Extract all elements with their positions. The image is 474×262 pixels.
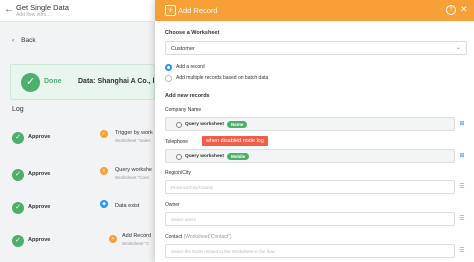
contact-label: Contact (165, 234, 183, 240)
log-node-title: Query workshe (115, 167, 152, 173)
node-tag-field: Mobile (226, 153, 250, 160)
field-label-contact: Contact (Worksheet"Contact") (165, 234, 232, 240)
log-node-subtitle: Worksheet "C (122, 241, 150, 246)
back-button[interactable]: ‹ Back (12, 37, 36, 44)
warning-badge: when disabled node log (202, 136, 268, 146)
choose-worksheet-label: Choose a Worksheet (165, 30, 220, 36)
log-node-subtitle: Worksheet "Cont (115, 175, 149, 180)
status-label: Done (44, 78, 62, 85)
node-tag[interactable]: Query worksheet Name (176, 120, 248, 129)
region-placeholder: Province/City/County (171, 185, 214, 190)
log-row[interactable]: ✓ Approve + Add Record Worksheet "C (12, 233, 155, 262)
trigger-icon: ⚡ (100, 130, 108, 138)
list-icon[interactable]: ☰ (457, 246, 467, 256)
log-node-title: Data exist (115, 203, 140, 209)
node-icon (176, 153, 182, 160)
company-name-field[interactable]: Query worksheet Name (165, 117, 455, 131)
log-title: Log (12, 106, 24, 113)
new-records-label: Add new records (165, 93, 210, 99)
field-label-owner: Owner (165, 202, 180, 208)
field-label-region: Region/City (165, 170, 191, 176)
log-row[interactable]: ✓ Approve ◆ Data exist (12, 200, 155, 230)
check-icon: ✓ (12, 169, 24, 181)
branch-icon: ◆ (100, 200, 108, 208)
node-tag[interactable]: Query worksheet Mobile (176, 152, 250, 161)
radio-label: Add a record (176, 64, 205, 70)
contact-placeholder: Select the Node related to the Worksheet… (171, 249, 275, 254)
radio-label: Add multiple records based on batch data (176, 75, 269, 81)
region-field[interactable]: Province/City/County (165, 180, 455, 194)
check-icon: ✓ (12, 202, 24, 214)
add-record-drawer: + Add Record ? ✕ Choose a Worksheet Cust… (155, 0, 474, 262)
contact-field[interactable]: Select the Node related to the Worksheet… (165, 244, 455, 258)
log-status: Approve (28, 204, 51, 210)
drawer-title: Add Record (178, 6, 218, 15)
node-tag-text: Query worksheet (185, 154, 224, 159)
log-node-subtitle: Worksheet "Sales (115, 138, 151, 143)
chevron-down-icon: ⌄ (455, 45, 461, 51)
close-icon[interactable]: ✕ (460, 4, 468, 15)
log-node-title: Trigger by work (115, 130, 153, 136)
add-record-icon: + (109, 235, 117, 243)
telephone-field[interactable]: Query worksheet Mobile (165, 149, 455, 163)
owner-field[interactable]: Select users (165, 212, 455, 226)
insert-field-icon[interactable]: ⊞ (457, 119, 467, 129)
chevron-left-icon: ‹ (12, 37, 15, 44)
log-status: Approve (28, 134, 51, 140)
log-status: Approve (28, 171, 51, 177)
status-data: Data: Shanghai A Co., l (78, 78, 155, 85)
owner-placeholder: Select users (171, 217, 196, 222)
check-icon: ✓ (12, 132, 24, 144)
worksheet-select-value: Customer (171, 46, 195, 52)
node-tag-text: Query worksheet (185, 122, 224, 127)
list-icon[interactable]: ☰ (457, 214, 467, 224)
log-row[interactable]: ✓ Approve ⚡ Trigger by work Worksheet "S… (12, 130, 155, 160)
contact-label-suffix: (Worksheet"Contact") (183, 234, 232, 240)
field-label-company-name: Company Name (165, 107, 202, 113)
check-circle-icon: ✓ (21, 73, 40, 92)
flow-subtitle[interactable]: Add flow intro... (16, 12, 50, 18)
status-banner: ✓ Done Data: Shanghai A Co., l (10, 64, 155, 100)
radio-unselected-icon (165, 75, 172, 82)
radio-selected-icon (165, 64, 172, 71)
node-tag-field: Name (226, 121, 248, 128)
list-icon[interactable]: ☰ (457, 182, 467, 192)
add-record-icon: + (165, 5, 176, 16)
node-icon (176, 121, 182, 128)
insert-field-icon[interactable]: ⊞ (457, 151, 467, 161)
field-label-telephone: Telephone (165, 139, 189, 145)
flow-title: Get Single Data (16, 3, 69, 12)
worksheet-icon: ≡ (100, 167, 108, 175)
help-icon[interactable]: ? (446, 5, 456, 15)
back-label: Back (21, 37, 36, 44)
worksheet-select[interactable]: Customer ⌄ (165, 41, 467, 55)
log-status: Approve (28, 237, 51, 243)
log-row[interactable]: ✓ Approve ≡ Query workshe Worksheet "Con… (12, 167, 155, 197)
drawer-header: + Add Record ? ✕ (155, 0, 474, 21)
log-node-title: Add Record (122, 233, 152, 239)
back-arrow-icon[interactable]: ← (4, 4, 14, 15)
check-icon: ✓ (12, 235, 24, 247)
